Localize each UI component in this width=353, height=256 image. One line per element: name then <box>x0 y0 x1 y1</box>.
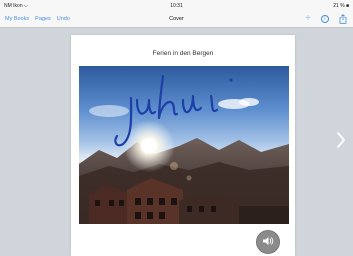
status-bar: NM Ikon ⌵ 10:31 21 % ■ <box>0 0 353 12</box>
battery-indicator: 21 % ■ <box>333 3 349 9</box>
share-icon[interactable] <box>339 14 347 24</box>
sound-button[interactable] <box>256 230 280 254</box>
page-title: Cover <box>169 16 184 22</box>
toolbar-right-group: + i <box>305 14 347 24</box>
speaker-icon <box>262 233 274 251</box>
info-icon[interactable]: i <box>321 15 329 23</box>
next-page-button[interactable] <box>332 130 350 154</box>
plus-icon[interactable]: + <box>305 14 311 24</box>
mountain-photo[interactable] <box>79 66 289 224</box>
battery-percentage: 21 % ■ <box>333 3 349 9</box>
clock: 10:31 <box>170 3 183 9</box>
page-heading[interactable]: Ferien in den Bergen <box>71 50 295 57</box>
toolbar: My Books Pages Undo Cover + i <box>0 12 353 28</box>
book-page: Ferien in den Bergen <box>71 35 295 256</box>
chevron-right-icon <box>336 131 346 154</box>
